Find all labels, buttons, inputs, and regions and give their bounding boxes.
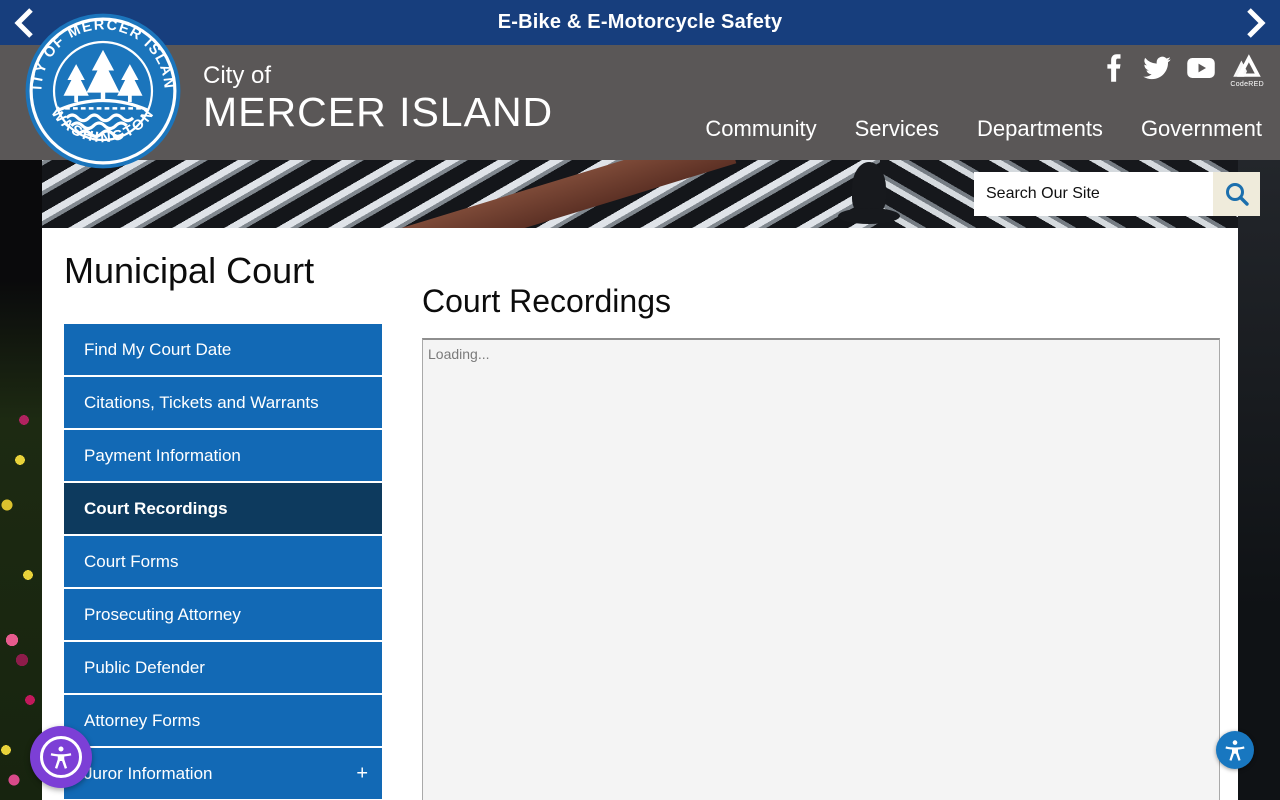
city-seal-logo[interactable]: CITY OF MERCER ISLAND WASHINGTON: [24, 12, 182, 170]
site-search: [974, 172, 1260, 216]
site-title-prefix: City of: [203, 62, 272, 89]
search-input[interactable]: [974, 172, 1213, 216]
codered-icon: [1233, 54, 1261, 77]
main-nav: Community Services Departments Government: [705, 116, 1262, 142]
nav-government[interactable]: Government: [1141, 116, 1262, 142]
sidebar-menu: Find My Court Date Citations, Tickets and…: [64, 324, 382, 800]
recordings-embed-frame[interactable]: Loading...: [422, 338, 1220, 800]
banner-next-icon[interactable]: [1240, 7, 1270, 39]
roof-lamp: [838, 162, 900, 224]
nav-departments[interactable]: Departments: [977, 116, 1103, 142]
sidebar-item-court-recordings[interactable]: Court Recordings: [64, 483, 382, 534]
nav-community[interactable]: Community: [705, 116, 816, 142]
main-column: Court Recordings Loading...: [422, 228, 1220, 800]
site-title[interactable]: City of MERCER ISLAND: [203, 62, 553, 134]
site-title-name: MERCER ISLAND: [203, 89, 554, 135]
accessibility-icon: [40, 736, 82, 778]
search-icon: [1225, 183, 1249, 206]
youtube-icon[interactable]: [1186, 53, 1216, 83]
recite-accessibility-button[interactable]: [1216, 731, 1254, 769]
banner-text[interactable]: E-Bike & E-Motorcycle Safety: [498, 11, 783, 34]
codered-link[interactable]: CodeRED: [1230, 53, 1264, 88]
sidebar-item-citations-tickets-and-warrants[interactable]: Citations, Tickets and Warrants: [64, 377, 382, 428]
dark-right-strip: [1238, 160, 1280, 800]
page-title: Municipal Court: [64, 250, 315, 291]
loading-text: Loading...: [428, 346, 490, 362]
section-heading: Court Recordings: [422, 283, 671, 319]
sidebar-item-public-defender[interactable]: Public Defender: [64, 642, 382, 693]
flower-strip: [0, 160, 42, 800]
codered-label: CodeRED: [1230, 81, 1264, 88]
search-button[interactable]: [1213, 172, 1260, 216]
facebook-icon[interactable]: [1098, 53, 1128, 83]
alert-banner: E-Bike & E-Motorcycle Safety: [0, 0, 1280, 45]
twitter-icon[interactable]: [1142, 53, 1172, 83]
expand-plus-icon[interactable]: +: [356, 763, 368, 784]
sidebar-item-juror-information[interactable]: Juror Information +: [64, 748, 382, 799]
social-links: CodeRED: [1098, 53, 1264, 88]
sidebar-item-prosecuting-attorney[interactable]: Prosecuting Attorney: [64, 589, 382, 640]
nav-services[interactable]: Services: [855, 116, 939, 142]
content-panel: Municipal Court Find My Court Date Citati…: [42, 228, 1238, 800]
accessibility-person-icon: [1225, 740, 1245, 761]
site-header: City of MERCER ISLAND Community Services D…: [0, 45, 1280, 160]
sidebar-item-payment-information[interactable]: Payment Information: [64, 430, 382, 481]
sidebar-item-attorney-forms[interactable]: Attorney Forms: [64, 695, 382, 746]
sidebar-item-find-my-court-date[interactable]: Find My Court Date: [64, 324, 382, 375]
sidebar-item-court-forms[interactable]: Court Forms: [64, 536, 382, 587]
accessibility-widget-button[interactable]: [30, 726, 92, 788]
